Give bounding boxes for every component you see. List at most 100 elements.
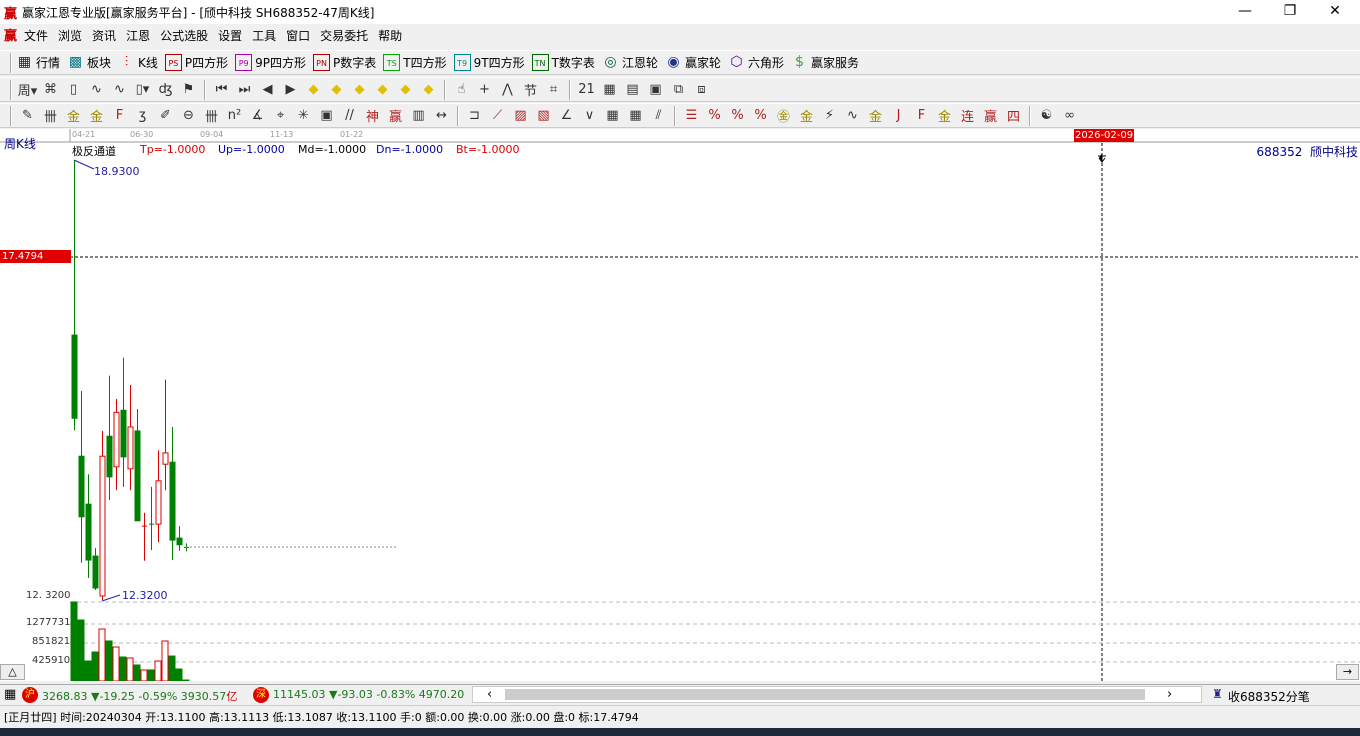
angle-icon[interactable]: ∡ [246, 105, 269, 127]
network-icon[interactable]: ⧉ [667, 79, 690, 101]
lines-icon[interactable]: 卌 [200, 105, 223, 127]
doc-icon[interactable]: ▯ [62, 79, 85, 101]
crosshair-icon[interactable]: + [473, 79, 496, 101]
wave9-icon[interactable]: ∿ [108, 79, 131, 101]
toolbar-button-12[interactable]: $ 赢家服务 [791, 54, 859, 71]
menu-6[interactable]: 工具 [247, 24, 281, 48]
gold-coin-icon[interactable]: ㊎ [772, 105, 795, 127]
toolbar-button-1[interactable]: ▩ 板块 [67, 54, 111, 71]
toolbar-button-0[interactable]: ▦ 行情 [16, 54, 60, 71]
diamond-left-icon[interactable]: ◆ [302, 79, 325, 101]
rocket-icon[interactable]: ⚡ [818, 105, 841, 127]
menu-4[interactable]: 公式选股 [155, 24, 213, 48]
win-icon[interactable]: 赢 [384, 105, 407, 127]
chart-canvas[interactable] [0, 129, 1360, 681]
scroll-thumb[interactable] [505, 689, 1145, 700]
calculator-icon[interactable]: ▦ [598, 79, 621, 101]
diamond-expand-icon[interactable]: ◆ [348, 79, 371, 101]
percent-lines-icon[interactable]: ☰ [680, 105, 703, 127]
kline-chart[interactable]: 04-21 06-30 09-04 11-13 01-22 2026-02-09… [0, 129, 1360, 681]
j-fan-icon[interactable]: J [887, 105, 910, 127]
menu-8[interactable]: 交易委托 [315, 24, 373, 48]
toolbar-button-5[interactable]: PN P数字表 [313, 54, 376, 71]
restore-button[interactable]: ❐ [1267, 0, 1313, 24]
grid-fan-icon[interactable]: ▨ [509, 105, 532, 127]
diamond-updown-icon[interactable]: ◆ [417, 79, 440, 101]
menu-5[interactable]: 设置 [213, 24, 247, 48]
toolbar-button-10[interactable]: ◉ 赢家轮 [665, 54, 721, 71]
gold1-icon[interactable]: 金 [62, 105, 85, 127]
diamond-all-icon[interactable]: ◆ [394, 79, 417, 101]
angle2-icon[interactable]: ∠ [555, 105, 578, 127]
wave3-icon[interactable]: ∿ [85, 79, 108, 101]
first-icon[interactable]: ⏮ [210, 79, 233, 101]
infinity-icon[interactable]: ∞ [1058, 105, 1081, 127]
four-fan-icon[interactable]: 四 [1002, 105, 1025, 127]
knot-icon[interactable]: 节 [519, 79, 542, 101]
gold-fan-icon[interactable]: 金 [933, 105, 956, 127]
pattern2-icon[interactable]: ⌗ [542, 79, 565, 101]
scroll-right-button[interactable]: › [1167, 687, 1172, 702]
sine-icon[interactable]: ∿ [841, 105, 864, 127]
notes-icon[interactable]: ▤ [621, 79, 644, 101]
yinyang-icon[interactable]: ☯ [1035, 105, 1058, 127]
fan-icon[interactable]: ⟋ [486, 105, 509, 127]
calendar-icon[interactable]: 21 [575, 79, 598, 101]
candle-type-icon[interactable]: ▯▾ [131, 79, 154, 101]
pattern-icon[interactable]: ⌘ [39, 79, 62, 101]
pen-icon[interactable]: ✎ [16, 105, 39, 127]
menu-1[interactable]: 浏览 [53, 24, 87, 48]
grid-fan2-icon[interactable]: ▧ [532, 105, 555, 127]
god-icon[interactable]: 神 [361, 105, 384, 127]
rect-icon[interactable]: ⊐ [463, 105, 486, 127]
win-fan-icon[interactable]: 赢 [979, 105, 1002, 127]
grid-icon[interactable]: ▦ [601, 105, 624, 127]
scroll-left-button[interactable]: ‹ [487, 687, 492, 702]
gold-line-icon[interactable]: 金 [864, 105, 887, 127]
grid2-icon[interactable]: ▦ [624, 105, 647, 127]
right-icon[interactable]: ▶ [279, 79, 302, 101]
menu-9[interactable]: 帮助 [373, 24, 407, 48]
diamond-shrink-icon[interactable]: ◆ [371, 79, 394, 101]
box-icon[interactable]: ▣ [315, 105, 338, 127]
gold2-icon[interactable]: 金 [85, 105, 108, 127]
menu-7[interactable]: 窗口 [281, 24, 315, 48]
save-icon[interactable]: ▣ [644, 79, 667, 101]
scroll-up-button[interactable]: △ [0, 664, 25, 680]
minimize-button[interactable]: — [1222, 0, 1268, 24]
hash-icon[interactable]: 卌 [39, 105, 62, 127]
circle-ruler-icon[interactable]: ⊖ [177, 105, 200, 127]
toolbar-button-7[interactable]: T9 9T四方形 [453, 54, 525, 71]
n2-icon[interactable]: n² [223, 105, 246, 127]
percent-levels-icon[interactable]: % [749, 105, 772, 127]
brush-icon[interactable]: ✐ [154, 105, 177, 127]
toolbar-button-11[interactable]: ⬡ 六角形 [728, 54, 784, 71]
gold-levels-icon[interactable]: 金 [795, 105, 818, 127]
flag-icon[interactable]: ⚑ [177, 79, 200, 101]
period-icon[interactable]: 周▾ [16, 79, 39, 101]
toolbar-button-4[interactable]: P9 9P四方形 [235, 54, 306, 71]
f-fan-icon[interactable]: F [910, 105, 933, 127]
toolbar-button-9[interactable]: ◎ 江恩轮 [602, 54, 658, 71]
close-button[interactable]: ✕ [1312, 0, 1358, 24]
percent-fan-icon[interactable]: % [703, 105, 726, 127]
ruler-icon[interactable]: ▥ [407, 105, 430, 127]
menu-0[interactable]: 文件 [19, 24, 53, 48]
measure-icon[interactable]: ↔ [430, 105, 453, 127]
target-icon[interactable]: ⌖ [269, 105, 292, 127]
export-icon[interactable]: ⧈ [690, 79, 713, 101]
menu-3[interactable]: 江恩 [121, 24, 155, 48]
spiral-icon[interactable]: ʒ [131, 105, 154, 127]
hand-icon[interactable]: ☝ [450, 79, 473, 101]
diamond-right-icon[interactable]: ◆ [325, 79, 348, 101]
menu-2[interactable]: 资讯 [87, 24, 121, 48]
last-icon[interactable]: ⏭ [233, 79, 256, 101]
draw-icon[interactable]: ʤ [154, 79, 177, 101]
toolbar-button-8[interactable]: TN T数字表 [531, 54, 595, 71]
star-icon[interactable]: ✳ [292, 105, 315, 127]
percent-icon[interactable]: % [726, 105, 749, 127]
scroll-right-button[interactable]: → [1336, 664, 1359, 680]
quote-table-icon[interactable]: ▦ [4, 687, 16, 702]
left-icon[interactable]: ◀ [256, 79, 279, 101]
fib-icon[interactable]: F [108, 105, 131, 127]
